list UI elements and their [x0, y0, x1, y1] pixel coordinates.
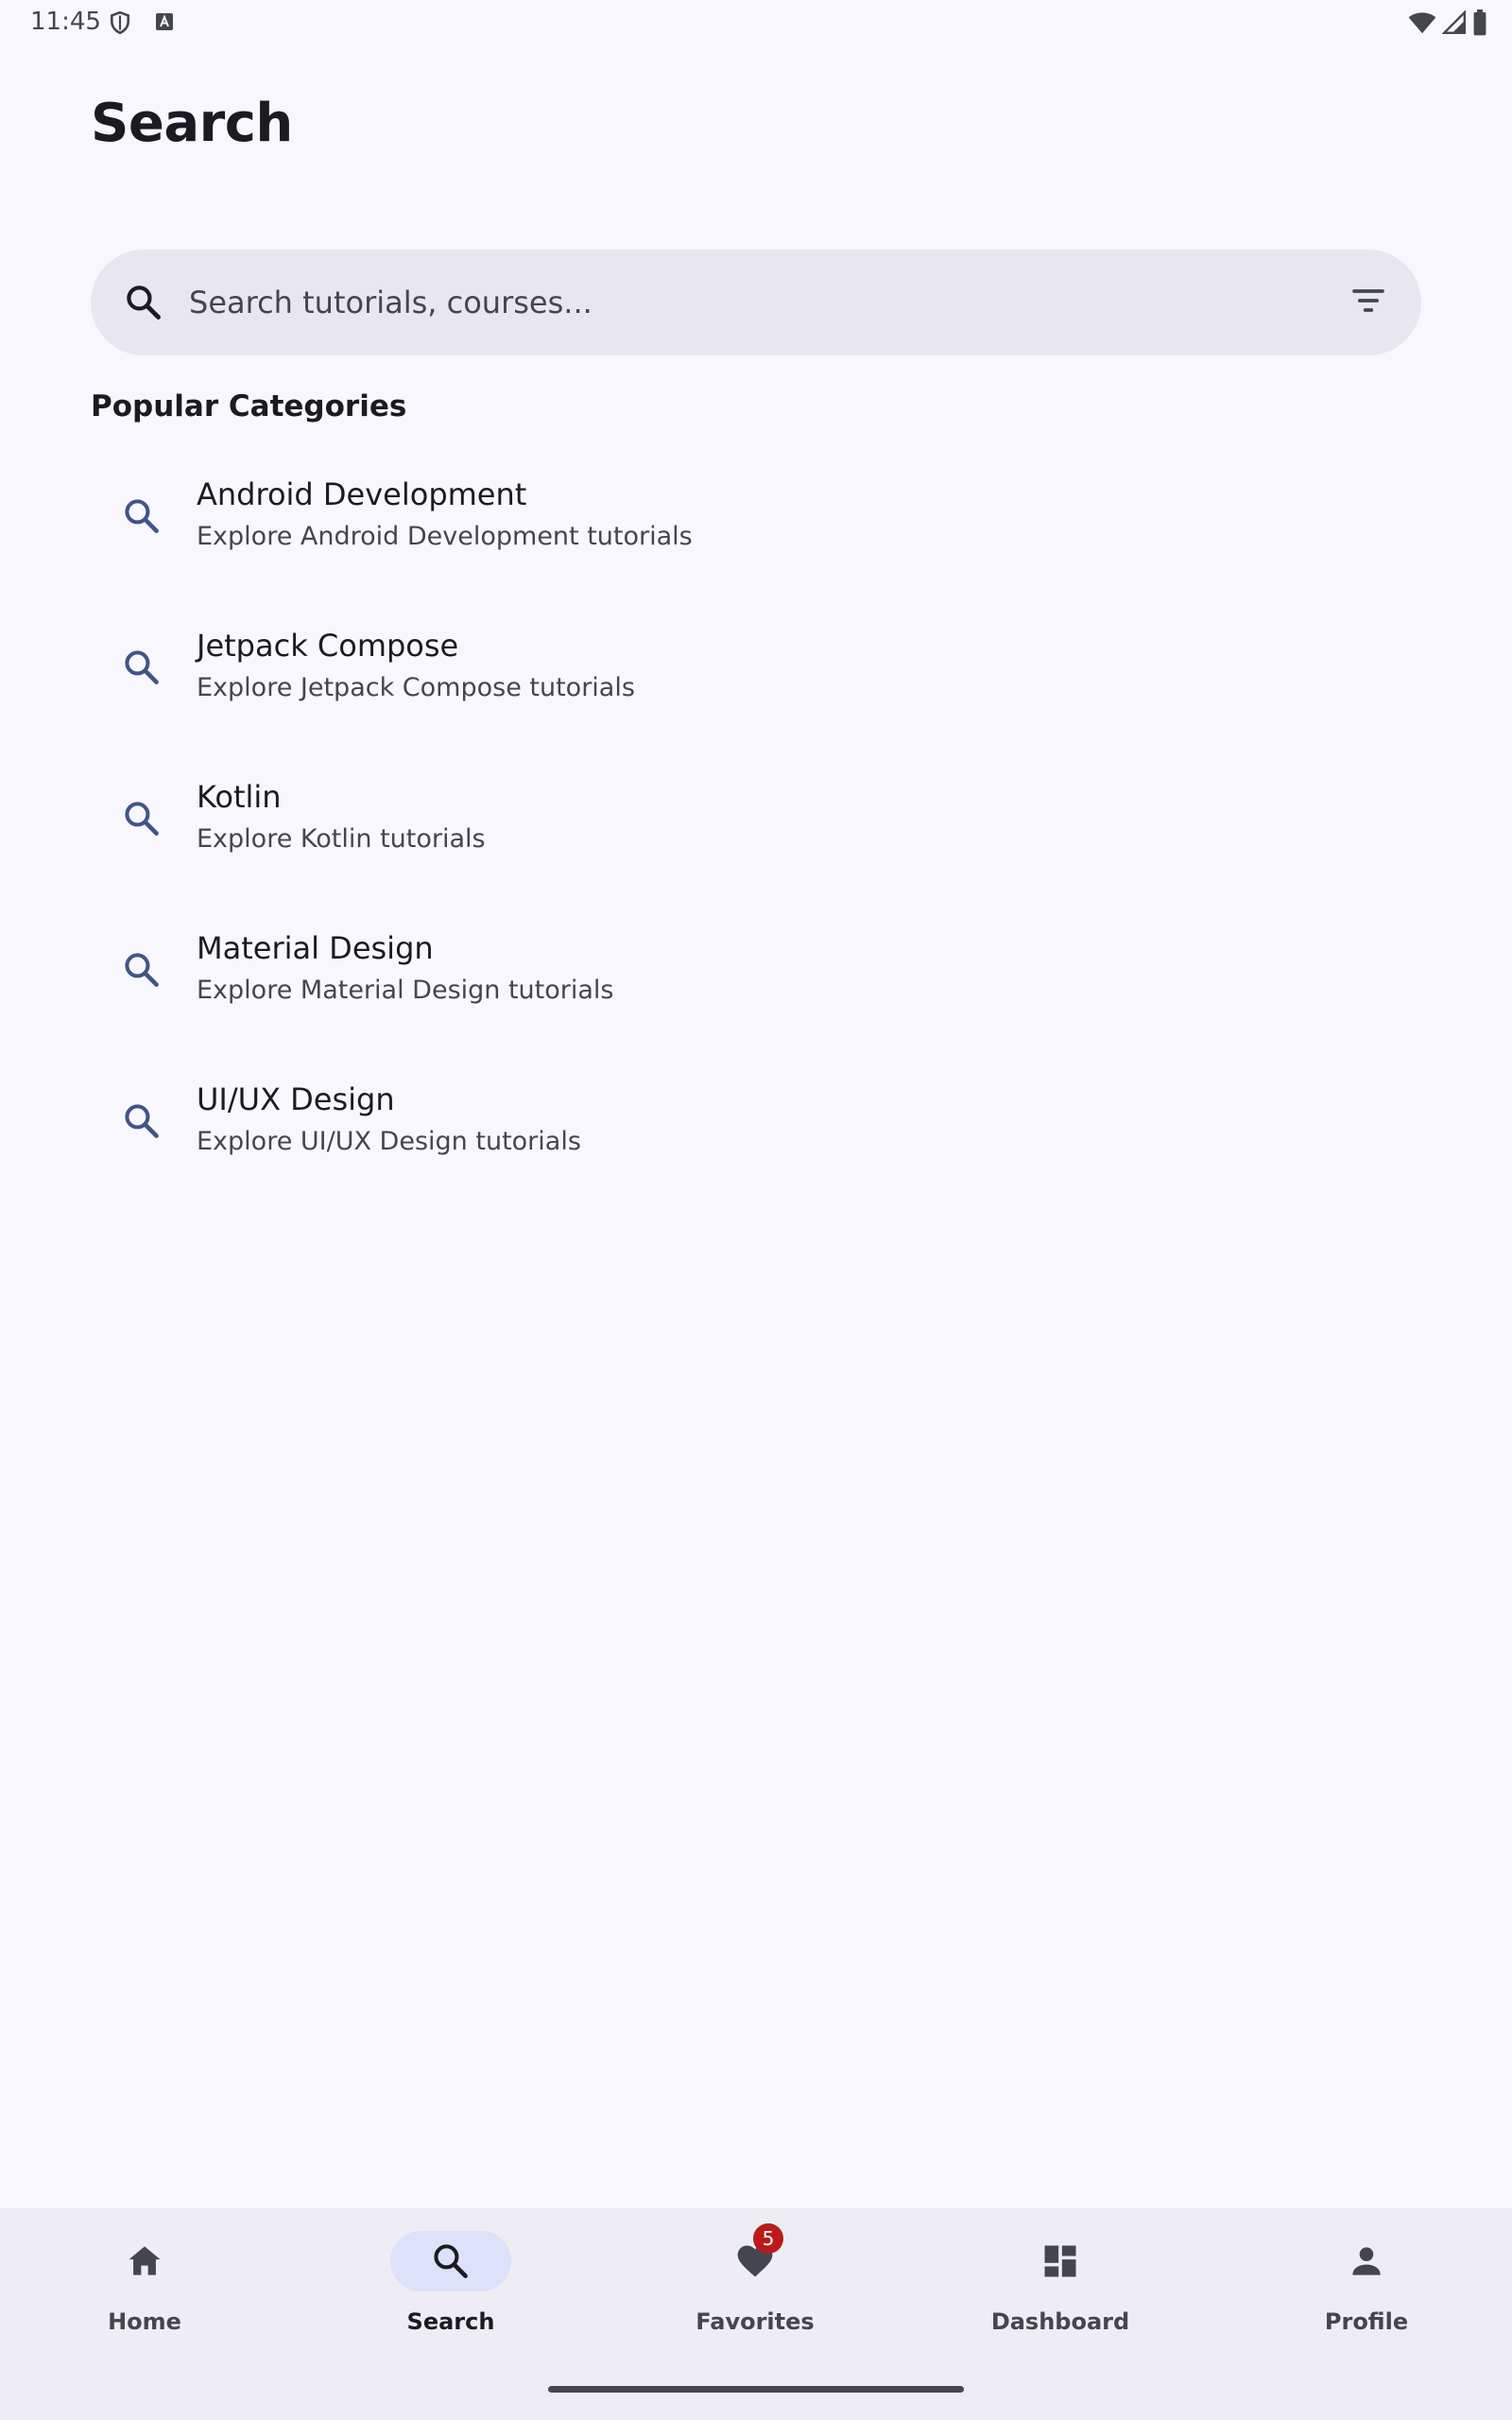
- status-bar: 11:45: [0, 0, 1512, 45]
- search-icon: [430, 2240, 472, 2282]
- category-title: Kotlin: [197, 779, 282, 815]
- search-icon: [121, 1100, 163, 1142]
- filter-icon: [1349, 282, 1387, 324]
- status-time: 11:45: [30, 8, 101, 36]
- search-icon: [121, 798, 163, 839]
- category-item-kotlin[interactable]: Kotlin Explore Kotlin tutorials: [91, 756, 1421, 908]
- category-item-material-design[interactable]: Material Design Explore Material Design …: [91, 908, 1421, 1059]
- category-subtitle: Explore Kotlin tutorials: [197, 824, 486, 854]
- category-title: UI/UX Design: [197, 1081, 395, 1117]
- category-title: Jetpack Compose: [197, 628, 459, 664]
- home-icon: [124, 2240, 165, 2282]
- nav-label: Home: [108, 2308, 181, 2335]
- nav-item-search[interactable]: Search: [356, 2231, 545, 2344]
- section-title-popular-categories: Popular Categories: [91, 389, 407, 424]
- dashboard-icon: [1040, 2240, 1081, 2282]
- category-title: Material Design: [197, 930, 434, 966]
- page-title: Search: [91, 93, 293, 154]
- category-item-android-development[interactable]: Android Development Explore Android Deve…: [91, 454, 1421, 605]
- favorites-badge: 5: [753, 2223, 783, 2254]
- search-icon: [121, 647, 163, 688]
- category-title: Android Development: [197, 476, 527, 512]
- nav-label: Favorites: [696, 2308, 815, 2335]
- nav-label: Search: [406, 2308, 495, 2335]
- category-subtitle: Explore Android Development tutorials: [197, 522, 693, 551]
- search-input[interactable]: [189, 250, 1285, 355]
- category-item-ui-ux-design[interactable]: UI/UX Design Explore UI/UX Design tutori…: [91, 1059, 1421, 1210]
- person-icon: [1346, 2240, 1387, 2282]
- keyboard-a-icon: [155, 12, 174, 36]
- nav-label: Dashboard: [990, 2308, 1130, 2335]
- search-bar[interactable]: [91, 250, 1421, 355]
- category-subtitle: Explore UI/UX Design tutorials: [197, 1127, 581, 1156]
- search-icon: [123, 282, 164, 323]
- wifi-icon: [1408, 10, 1436, 40]
- search-icon: [121, 949, 163, 991]
- signal-icon: [1441, 9, 1467, 40]
- nav-item-favorites[interactable]: 5 Favorites: [661, 2223, 850, 2344]
- category-subtitle: Explore Material Design tutorials: [197, 976, 614, 1005]
- gesture-handle[interactable]: [548, 2386, 964, 2393]
- shield-icon: [108, 9, 132, 41]
- battery-icon: [1472, 9, 1487, 41]
- nav-label: Profile: [1324, 2308, 1409, 2335]
- nav-item-dashboard[interactable]: Dashboard: [966, 2231, 1155, 2344]
- category-item-jetpack-compose[interactable]: Jetpack Compose Explore Jetpack Compose …: [91, 605, 1421, 756]
- category-list: Android Development Explore Android Deve…: [91, 454, 1421, 1210]
- search-icon: [121, 495, 163, 537]
- nav-item-home[interactable]: Home: [50, 2231, 239, 2344]
- filter-button[interactable]: [1340, 274, 1397, 331]
- category-subtitle: Explore Jetpack Compose tutorials: [197, 673, 635, 702]
- nav-item-profile[interactable]: Profile: [1272, 2231, 1461, 2344]
